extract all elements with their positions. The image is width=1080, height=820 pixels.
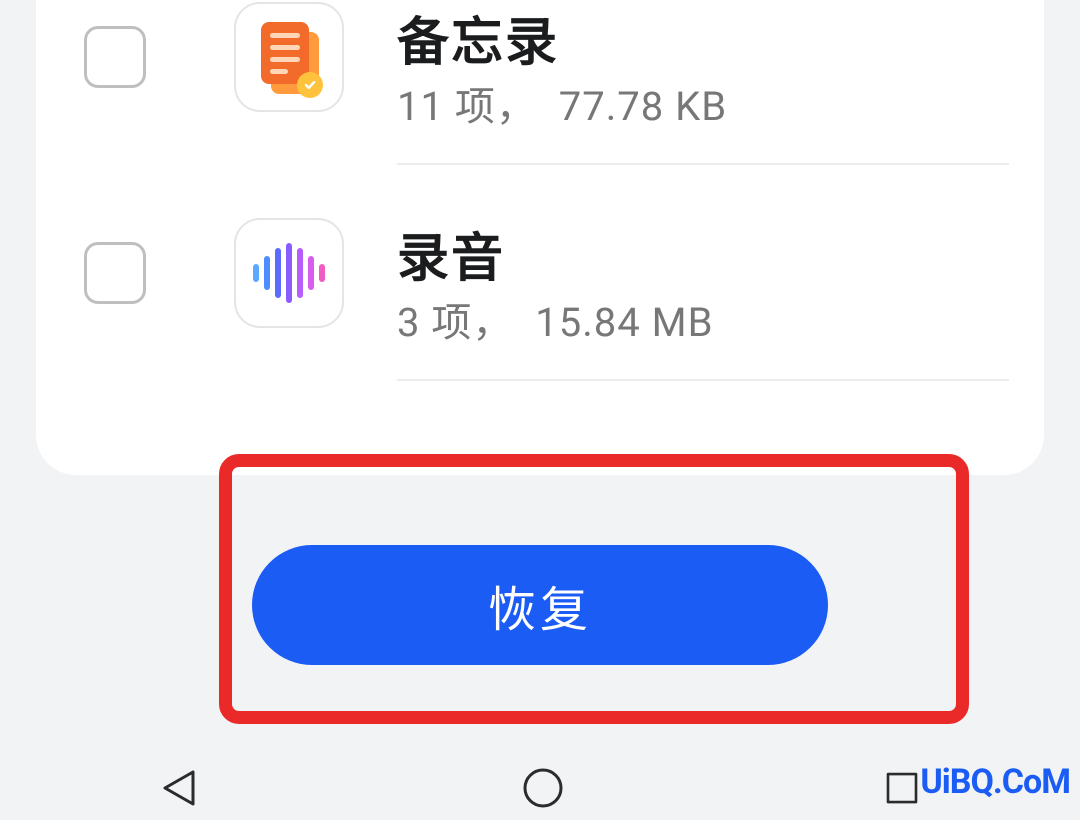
item-size: 15.84 MB <box>535 299 713 346</box>
item-count: 11 项， <box>397 83 537 130</box>
watermark: UiBQ.CoM <box>920 762 1070 802</box>
item-size: 77.78 KB <box>559 83 727 130</box>
checkbox-audio[interactable] <box>84 242 146 304</box>
navigation-bar <box>0 760 1080 820</box>
nav-home-icon[interactable] <box>519 764 567 816</box>
divider <box>397 163 1009 165</box>
nav-recent-icon[interactable] <box>881 767 923 813</box>
nav-back-icon[interactable] <box>157 764 205 816</box>
restore-button-label: 恢复 <box>488 570 592 640</box>
item-meta: 3 项， 15.84 MB <box>397 290 713 348</box>
audio-icon <box>234 218 344 328</box>
item-count: 3 项， <box>397 299 513 346</box>
checkbox-memo[interactable] <box>84 26 146 88</box>
restore-button[interactable]: 恢复 <box>252 545 828 665</box>
item-title: 备忘录 <box>397 0 559 75</box>
content-card: 备忘录 11 项， 77.78 KB 录音 3 项， 15.84 MB <box>36 0 1044 475</box>
item-meta: 11 项， 77.78 KB <box>397 74 727 132</box>
memo-icon <box>234 2 344 112</box>
item-title: 录音 <box>397 216 505 291</box>
divider <box>397 379 1009 381</box>
